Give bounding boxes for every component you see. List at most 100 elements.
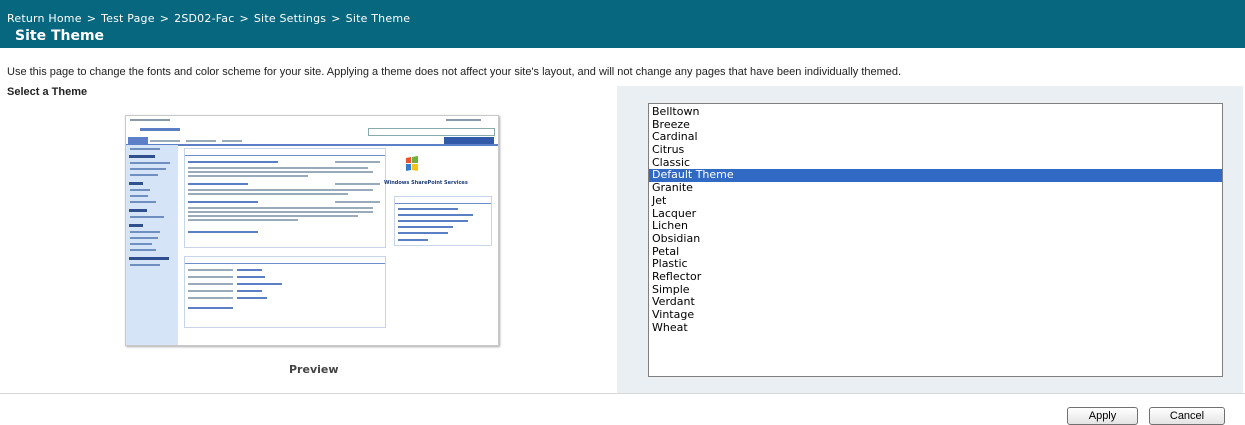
preview-webpart-title (395, 197, 491, 204)
preview-line (188, 219, 298, 221)
preview-nav-item (130, 195, 148, 197)
preview-line (188, 211, 373, 213)
preview-line (237, 283, 282, 285)
preview-nav-item (130, 174, 158, 176)
preview-line (335, 183, 380, 185)
footer-divider (0, 393, 1245, 394)
preview-line (398, 214, 473, 216)
preview-top-bar (126, 116, 498, 126)
theme-option[interactable]: Simple (649, 283, 1222, 297)
preview-line (237, 297, 267, 299)
theme-preview-image: Windows SharePoint Services (125, 115, 499, 346)
page-description: Use this page to change the fonts and co… (7, 66, 902, 78)
theme-option[interactable]: Lacquer (649, 207, 1222, 221)
breadcrumb-test-page[interactable]: Test Page (101, 12, 155, 25)
preview-line (188, 167, 368, 169)
theme-option[interactable]: Citrus (649, 143, 1222, 157)
preview-nav-item (130, 243, 152, 245)
preview-webpart-title (185, 149, 385, 156)
breadcrumb: Return Home > Test Page >2SD02-Fac > Site Set… (7, 12, 410, 25)
theme-option[interactable]: Reflector (649, 270, 1222, 284)
preview-nav-item (130, 216, 164, 218)
preview-line (130, 119, 170, 121)
theme-option[interactable]: Petal (649, 245, 1222, 259)
preview-line (188, 290, 233, 292)
cancel-button[interactable]: Cancel (1149, 407, 1225, 425)
preview-line (237, 276, 265, 278)
preview-nav-heading (129, 257, 169, 260)
preview-line (188, 269, 233, 271)
title-area: Return Home > Test Page >2SD02-Fac > Site Set… (0, 0, 1245, 48)
windows-logo-icon (406, 156, 418, 171)
preview-line (398, 239, 428, 241)
preview-nav-item (130, 162, 170, 164)
preview-line (335, 201, 380, 203)
breadcrumb-site-theme: Site Theme (345, 12, 411, 25)
preview-logo-text: Windows SharePoint Services (384, 180, 468, 186)
preview-nav-heading (129, 182, 143, 185)
preview-line (188, 215, 358, 217)
breadcrumb-separator: > (86, 12, 97, 25)
theme-option[interactable]: Vintage (649, 308, 1222, 322)
theme-option[interactable]: Default Theme (649, 169, 1222, 183)
preview-line (188, 161, 278, 163)
breadcrumb-site-settings[interactable]: Site Settings (254, 12, 326, 25)
theme-option[interactable]: Cardinal (649, 131, 1222, 144)
theme-option[interactable]: Wheat (649, 321, 1222, 335)
preview-tab (128, 137, 148, 144)
theme-option[interactable]: Plastic (649, 258, 1222, 271)
preview-line (335, 161, 380, 163)
preview-nav-item (130, 237, 158, 239)
preview-label: Preview (289, 363, 339, 376)
theme-option[interactable]: Lichen (649, 219, 1222, 233)
preview-nav-item (130, 201, 156, 203)
preview-webpart-title (185, 257, 385, 264)
preview-search-box (368, 128, 495, 136)
preview-line (237, 290, 262, 292)
preview-line (188, 171, 373, 173)
apply-button[interactable]: Apply (1067, 407, 1138, 425)
theme-option[interactable]: Granite (649, 181, 1222, 195)
preview-site-actions (444, 137, 494, 144)
preview-line (398, 208, 458, 210)
preview-line (188, 297, 233, 299)
preview-line (222, 140, 242, 142)
preview-line (188, 183, 248, 185)
preview-line (188, 283, 233, 285)
preview-line (188, 276, 233, 278)
preview-line (188, 189, 373, 191)
preview-nav-item (130, 189, 150, 191)
preview-line (398, 220, 468, 222)
preview-line (398, 226, 453, 228)
preview-line (188, 231, 258, 233)
preview-nav-heading (129, 224, 143, 227)
page-title: Site Theme (15, 28, 105, 44)
breadcrumb-separator: > (331, 12, 341, 25)
theme-listbox[interactable]: Belltown Breeze Cardinal Citrus Classic Defau… (648, 103, 1223, 377)
preview-line (188, 207, 373, 209)
preview-announcements-webpart (184, 148, 386, 248)
preview-nav-heading (129, 209, 147, 212)
select-theme-label: Select a Theme (7, 86, 88, 98)
breadcrumb-separator: > (239, 12, 249, 25)
preview-links-webpart (394, 196, 492, 246)
preview-line (446, 119, 481, 121)
theme-option[interactable]: Obsidian (649, 232, 1222, 246)
theme-option[interactable]: Breeze (649, 118, 1222, 132)
preview-nav-item (130, 249, 156, 251)
preview-nav-item (130, 231, 160, 233)
preview-line (140, 128, 180, 131)
preview-left-nav (126, 145, 178, 345)
breadcrumb-separator: > (159, 12, 170, 25)
preview-line (398, 232, 448, 234)
preview-nav-item (130, 168, 166, 170)
theme-option[interactable]: Classic (649, 156, 1222, 170)
theme-option[interactable]: Belltown (649, 105, 1222, 119)
preview-nav-item (130, 148, 160, 150)
breadcrumb-site[interactable]: 2SD02-Fac (174, 12, 234, 25)
breadcrumb-return-home[interactable]: Return Home (7, 12, 82, 25)
theme-option[interactable]: Jet (649, 194, 1222, 208)
theme-option[interactable]: Verdant (649, 296, 1222, 309)
preview-nav-item (130, 264, 160, 266)
preview-tabs (126, 137, 498, 146)
